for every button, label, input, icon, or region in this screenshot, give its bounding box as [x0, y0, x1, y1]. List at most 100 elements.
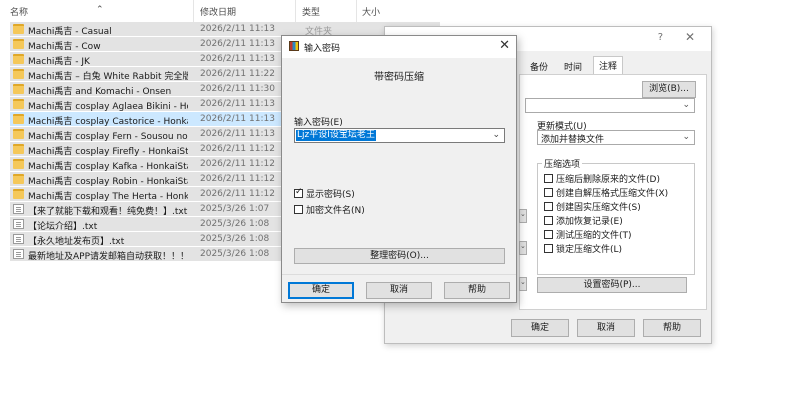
ok-button[interactable]: 确定: [288, 282, 354, 299]
password-value: Ljz平设I设宝坛老王: [296, 130, 376, 141]
browse-button[interactable]: 浏览(B)...: [642, 81, 696, 98]
cancel-button[interactable]: 取消: [366, 282, 432, 299]
file-name: Machi禹吉 cosplay Aglaea Bikini - Ho...: [28, 102, 188, 112]
archive-name-combo[interactable]: ⌄: [525, 98, 695, 113]
close-icon[interactable]: ✕: [685, 30, 695, 44]
column-divider[interactable]: [193, 0, 194, 22]
hidden-dropdown-arrow[interactable]: ⌄: [519, 209, 527, 223]
text-file-icon: [13, 219, 24, 229]
folder-icon: [13, 159, 24, 169]
folder-icon: [13, 39, 24, 49]
winrar-icon: [289, 41, 299, 51]
option-label: 测试压缩的文件(T): [556, 231, 632, 241]
column-divider[interactable]: [356, 0, 357, 22]
checkbox[interactable]: [544, 244, 553, 253]
hidden-dropdown-arrow[interactable]: ⌄: [519, 241, 527, 255]
file-name: Machi禹吉 - Casual: [28, 27, 112, 37]
close-icon[interactable]: ✕: [499, 38, 510, 53]
folder-icon: [13, 84, 24, 94]
file-name: 最新地址及APP请发邮箱自动获取！！！ ...: [28, 252, 188, 262]
file-name: Machi禹吉 – 白兔 White Rabbit 完全版: [28, 72, 188, 82]
chevron-down-icon: ⌄: [520, 242, 526, 250]
option-label: 显示密码(S): [306, 190, 355, 200]
option-label: 创建固实压缩文件(S): [556, 203, 641, 213]
help-button[interactable]: 帮助: [643, 319, 701, 337]
ok-button[interactable]: 确定: [511, 319, 569, 337]
option-sfx[interactable]: 创建自解压格式压缩文件(X): [544, 186, 668, 199]
file-name: Machi禹吉 cosplay Robin - HonkaiSta...: [28, 177, 188, 187]
password-input[interactable]: Ljz平设I设宝坛老王 ⌄: [294, 128, 505, 143]
chevron-down-icon: ⌄: [682, 100, 690, 110]
dialog-heading: 带密码压缩: [374, 72, 424, 83]
file-name: Machi禹吉 and Komachi - Onsen: [28, 87, 172, 97]
dialog-titlebar: 输入密码 ✕: [282, 36, 516, 58]
chevron-down-icon[interactable]: ⌄: [492, 130, 500, 140]
checkbox[interactable]: [294, 205, 303, 214]
password-label: 输入密码(E): [294, 118, 343, 128]
folder-icon: [13, 144, 24, 154]
file-date: 2026/2/11 11:22: [200, 69, 275, 79]
text-file-icon: [13, 234, 24, 244]
column-size[interactable]: 大小: [362, 5, 380, 18]
tab-comment[interactable]: 注释: [593, 56, 624, 74]
tab-backup[interactable]: 备份: [525, 58, 553, 74]
option-lock-archive[interactable]: 锁定压缩文件(L): [544, 242, 622, 255]
checkbox[interactable]: [544, 174, 553, 183]
file-name: 【来了就能下载和观看！纯免费！】.txt: [28, 207, 188, 217]
folder-icon: [13, 174, 24, 184]
organize-passwords-button[interactable]: 整理密码(O)...: [294, 248, 505, 264]
checkbox[interactable]: [544, 230, 553, 239]
file-list-header: ⌃ 名称 修改日期 类型 大小: [0, 0, 440, 22]
option-recovery-record[interactable]: 添加恢复记录(E): [544, 214, 623, 227]
file-date: 2026/2/11 11:12: [200, 174, 275, 184]
help-button[interactable]: 帮助: [444, 282, 510, 299]
set-password-button[interactable]: 设置密码(P)...: [537, 277, 687, 293]
option-label: 添加恢复记录(E): [556, 217, 623, 227]
chevron-down-icon: ⌄: [682, 132, 690, 142]
encrypt-filenames-option[interactable]: 加密文件名(N): [294, 203, 365, 216]
file-name: Machi禹吉 - JK: [28, 57, 90, 67]
column-date-modified[interactable]: 修改日期: [200, 5, 236, 18]
option-test-files[interactable]: 测试压缩的文件(T): [544, 228, 632, 241]
folder-icon: [13, 114, 24, 124]
hidden-dropdown-arrow[interactable]: ⌄: [519, 277, 527, 291]
text-file-icon: [13, 249, 24, 259]
cancel-button[interactable]: 取消: [577, 319, 635, 337]
help-icon[interactable]: ?: [658, 32, 663, 43]
tab-time[interactable]: 时间: [559, 58, 587, 74]
file-name: Machi禹吉 cosplay Kafka - HonkaiSta...: [28, 162, 188, 172]
column-divider[interactable]: [295, 0, 296, 22]
option-label: 压缩后删除原来的文件(D): [556, 175, 660, 185]
show-password-option[interactable]: 显示密码(S): [294, 187, 355, 200]
column-name[interactable]: 名称: [10, 5, 28, 18]
options-group-title: 压缩选项: [542, 157, 583, 170]
file-date: 2026/2/11 11:12: [200, 144, 275, 154]
sort-ascending-icon: ⌃: [96, 5, 104, 15]
file-name: Machi禹吉 cosplay Fern - Sousou no ...: [28, 132, 188, 142]
dialog-title: 输入密码: [304, 44, 341, 54]
update-mode-value: 添加并替换文件: [541, 135, 605, 145]
file-name: Machi禹吉 cosplay The Herta - Honk...: [28, 192, 188, 202]
file-date: 2026/2/11 11:13: [200, 99, 275, 109]
file-date: 2025/3/26 1:07: [200, 204, 270, 214]
option-solid[interactable]: 创建固实压缩文件(S): [544, 200, 641, 213]
checkbox[interactable]: [544, 188, 553, 197]
file-date: 2026/2/11 11:13: [200, 129, 275, 139]
checkbox-checked[interactable]: [294, 187, 303, 198]
compression-options-group: 压缩选项 压缩后删除原来的文件(D) 创建自解压格式压缩文件(X) 创建固实压缩…: [537, 157, 695, 275]
desktop-screen: ⌃ 名称 修改日期 类型 大小 Machi禹吉 - Casual 2026/2/1…: [0, 0, 800, 400]
chevron-down-icon: ⌄: [520, 210, 526, 218]
folder-icon: [13, 24, 24, 34]
file-name: Machi禹吉 cosplay Castorice - Honka...: [28, 117, 188, 127]
option-label: 创建自解压格式压缩文件(X): [556, 189, 669, 199]
option-delete-after[interactable]: 压缩后删除原来的文件(D): [544, 172, 660, 185]
file-name: Machi禹吉 cosplay Firefly - HonkaiSta...: [28, 147, 188, 157]
checkbox[interactable]: [544, 202, 553, 211]
update-mode-select[interactable]: 添加并替换文件 ⌄: [537, 130, 695, 145]
column-type[interactable]: 类型: [302, 5, 320, 18]
folder-icon: [13, 129, 24, 139]
divider: [282, 274, 516, 275]
checkbox[interactable]: [544, 216, 553, 225]
file-date: 2025/3/26 1:08: [200, 234, 270, 244]
file-date: 2025/3/26 1:08: [200, 249, 270, 259]
